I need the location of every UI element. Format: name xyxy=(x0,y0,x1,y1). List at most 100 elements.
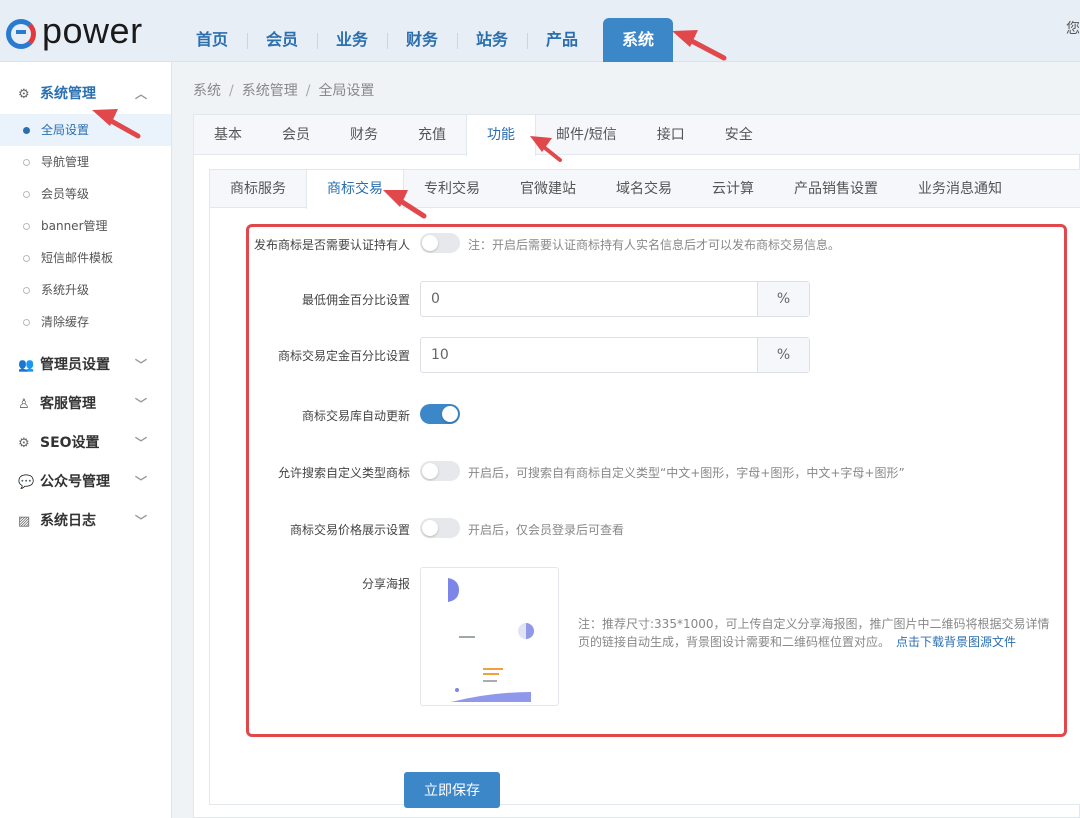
percent-unit: % xyxy=(757,282,809,316)
sidebar-item-nav-management[interactable]: 导航管理 xyxy=(0,146,171,178)
menu-admin-settings[interactable]: 👥 管理员设置 ﹀ xyxy=(0,346,171,385)
require-auth-toggle[interactable] xyxy=(420,233,460,253)
download-template-link[interactable]: 点击下载背景图源文件 xyxy=(896,635,1016,649)
settings-panel: 基本 会员 财务 充值 功能 邮件/短信 接口 安全 商标服务 商标交易 专利交… xyxy=(193,114,1080,818)
tab-features[interactable]: 功能 xyxy=(466,115,536,156)
toggle-knob xyxy=(422,463,438,479)
share-poster-label: 分享海报 xyxy=(361,577,410,591)
poster-thumbnail xyxy=(448,578,534,702)
tab-business-notifications[interactable]: 业务消息通知 xyxy=(898,170,1022,208)
toggle-knob xyxy=(422,520,438,536)
nav-members[interactable]: 会员 xyxy=(247,18,317,62)
breadcrumb-item[interactable]: 系统 xyxy=(193,83,221,99)
tab-patent-trade[interactable]: 专利交易 xyxy=(404,170,500,208)
min-commission-field: % xyxy=(420,281,810,317)
toggle-knob xyxy=(442,406,458,422)
require-auth-hint: 注：开启后需要认证商标持有人实名信息后才可以发布商标交易信息。 xyxy=(468,238,841,252)
require-auth-label: 发布商标是否需要认证持有人 xyxy=(253,238,410,252)
poster-upload[interactable] xyxy=(420,567,559,706)
menu-wechat-account[interactable]: 💬 公众号管理 ﹀ xyxy=(0,463,171,502)
custom-search-hint: 开启后，可搜索自有商标自定义类型“中文+图形，字母+图形，中文+字母+图形” xyxy=(468,466,905,480)
tab-domain-trade[interactable]: 域名交易 xyxy=(596,170,692,208)
logo[interactable]: power xyxy=(4,8,154,51)
menu-customer-service[interactable]: ♙ 客服管理 ﹀ xyxy=(0,385,171,424)
sidebar-item-system-upgrade[interactable]: 系统升级 xyxy=(0,274,171,306)
chevron-down-icon: ﹀ xyxy=(134,397,147,411)
nav-site[interactable]: 站务 xyxy=(457,18,527,62)
chevron-up-icon: ︿ xyxy=(134,87,147,101)
log-icon: ▨ xyxy=(18,514,31,529)
price-display-hint: 开启后，仅会员登录后可查看 xyxy=(468,523,625,537)
menu-system-log[interactable]: ▨ 系统日志 ﹀ xyxy=(0,502,171,541)
chevron-down-icon: ﹀ xyxy=(134,475,147,489)
gear-icon: ⚙ xyxy=(18,436,30,451)
tab-trademark-service[interactable]: 商标服务 xyxy=(210,170,306,208)
sub-tabs: 商标服务 商标交易 专利交易 官微建站 域名交易 云计算 产品销售设置 业务消息… xyxy=(210,170,1080,209)
save-button[interactable]: 立即保存 xyxy=(404,772,500,808)
nav-system[interactable]: 系统 xyxy=(603,18,673,62)
users-icon: 👥 xyxy=(18,358,35,373)
menu-label: 系统日志 xyxy=(40,513,96,529)
sidebar: ⚙ 系统管理 ︿ 全局设置 导航管理 会员等级 banner管理 短信邮件模板 系… xyxy=(0,62,172,818)
tab-api[interactable]: 接口 xyxy=(637,115,705,155)
top-nav: 首页 会员 业务 财务 站务 产品 系统 xyxy=(177,18,673,62)
breadcrumb-item[interactable]: 系统管理 xyxy=(242,83,298,99)
share-poster-note: 注：推荐尺寸:335*1000，可上传自定义分享海报图，推广图片中二维码将根据交… xyxy=(578,615,1058,651)
features-subpanel: 商标服务 商标交易 专利交易 官微建站 域名交易 云计算 产品销售设置 业务消息… xyxy=(209,169,1080,805)
header-user-text[interactable]: 您 xyxy=(1066,18,1080,38)
tab-product-sales[interactable]: 产品销售设置 xyxy=(774,170,898,208)
nav-products[interactable]: 产品 xyxy=(527,18,597,62)
menu-label: 管理员设置 xyxy=(40,357,110,373)
nav-business[interactable]: 业务 xyxy=(317,18,387,62)
menu-seo-settings[interactable]: ⚙ SEO设置 ﹀ xyxy=(0,424,171,463)
menu-label: 公众号管理 xyxy=(40,474,110,490)
min-commission-label: 最低佣金百分比设置 xyxy=(301,293,410,307)
wechat-icon: 💬 xyxy=(18,475,35,490)
menu-label: 客服管理 xyxy=(40,396,96,412)
gears-icon: ⚙ xyxy=(18,87,30,102)
tab-members[interactable]: 会员 xyxy=(262,115,330,155)
support-icon: ♙ xyxy=(18,397,30,412)
price-display-label: 商标交易价格展示设置 xyxy=(289,523,410,537)
logo-text: power xyxy=(42,10,143,51)
deposit-percent-input[interactable] xyxy=(421,338,757,372)
sidebar-item-sms-email-templates[interactable]: 短信邮件模板 xyxy=(0,242,171,274)
menu-label: SEO设置 xyxy=(40,435,100,451)
tab-basic[interactable]: 基本 xyxy=(194,115,262,155)
tab-trademark-trade[interactable]: 商标交易 xyxy=(306,170,404,209)
sidebar-item-clear-cache[interactable]: 清除缓存 xyxy=(0,306,171,338)
nav-finance[interactable]: 财务 xyxy=(387,18,457,62)
menu-group-system: ⚙ 系统管理 ︿ 全局设置 导航管理 会员等级 banner管理 短信邮件模板 系… xyxy=(0,75,171,338)
custom-search-toggle[interactable] xyxy=(420,461,460,481)
custom-search-label: 允许搜索自定义类型商标 xyxy=(277,466,410,480)
breadcrumb-separator: / xyxy=(229,83,234,99)
sidebar-item-global-settings[interactable]: 全局设置 xyxy=(0,114,171,146)
deposit-percent-field: % xyxy=(420,337,810,373)
chevron-down-icon: ﹀ xyxy=(134,358,147,372)
price-display-toggle[interactable] xyxy=(420,518,460,538)
breadcrumb: 系统 / 系统管理 / 全局设置 xyxy=(193,80,374,100)
auto-update-toggle[interactable] xyxy=(420,404,460,424)
sidebar-item-banner[interactable]: banner管理 xyxy=(0,210,171,242)
tab-finance[interactable]: 财务 xyxy=(330,115,398,155)
menu-system-management[interactable]: ⚙ 系统管理 ︿ xyxy=(0,75,171,114)
min-commission-input[interactable] xyxy=(421,282,757,316)
main-tabs: 基本 会员 财务 充值 功能 邮件/短信 接口 安全 xyxy=(194,115,1080,156)
top-header: power 首页 会员 业务 财务 站务 产品 系统 您 xyxy=(0,0,1080,62)
tab-security[interactable]: 安全 xyxy=(705,115,773,155)
nav-home[interactable]: 首页 xyxy=(177,18,247,62)
chevron-down-icon: ﹀ xyxy=(134,436,147,450)
auto-update-label: 商标交易库自动更新 xyxy=(301,409,410,423)
deposit-percent-label: 商标交易定金百分比设置 xyxy=(277,349,410,363)
sidebar-item-member-levels[interactable]: 会员等级 xyxy=(0,178,171,210)
main-content: 系统 / 系统管理 / 全局设置 基本 会员 财务 充值 功能 邮件/短信 接口 安全 … xyxy=(174,62,1080,818)
tab-recharge[interactable]: 充值 xyxy=(398,115,466,155)
percent-unit: % xyxy=(757,338,809,372)
logo-mark xyxy=(6,19,36,49)
tab-cloud-computing[interactable]: 云计算 xyxy=(692,170,774,208)
tab-email-sms[interactable]: 邮件/短信 xyxy=(536,115,637,155)
menu-label: 系统管理 xyxy=(40,86,96,102)
breadcrumb-item: 全局设置 xyxy=(318,83,375,99)
chevron-down-icon: ﹀ xyxy=(134,514,147,528)
tab-website-building[interactable]: 官微建站 xyxy=(500,170,596,208)
